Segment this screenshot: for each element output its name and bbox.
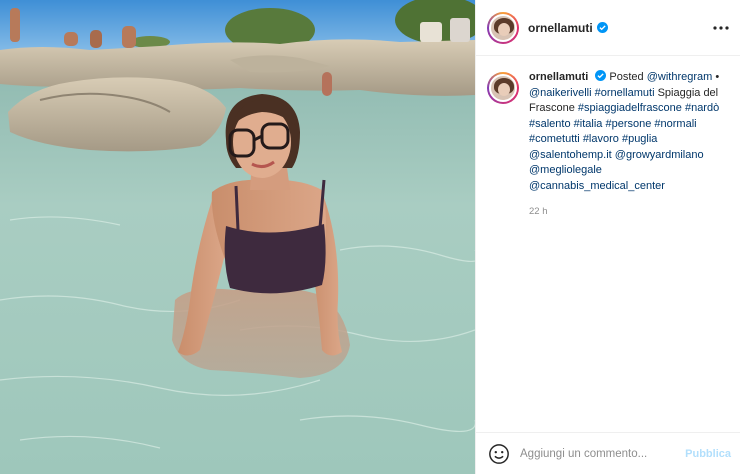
mention-link[interactable]: @growyardmilano [615,149,704,161]
mention-link[interactable]: @cannabis_medical_center [529,180,665,192]
hashtag-link[interactable]: #normali [654,118,696,130]
hashtag-link[interactable]: #cometutti [529,133,580,145]
post-photo[interactable] [0,0,475,474]
mention-link[interactable]: @naikerivelli [529,87,592,99]
caption-avatar[interactable] [487,72,519,104]
avatar-image [489,74,517,102]
posted-by-link[interactable]: @withregram [647,71,713,83]
more-horizontal-icon [713,25,729,30]
post-caption: ornellamuti Posted @withregram • @naiker… [476,70,740,220]
publish-button[interactable]: Pubblica [685,448,731,460]
verified-badge-icon [595,70,607,81]
caption-body: ornellamuti Posted @withregram • @naiker… [529,70,729,220]
hashtag-link[interactable]: #spiaggiadelfrascone [578,102,682,114]
mention-link[interactable]: @megliolegale [529,164,602,176]
post-side-panel: ornellamuti ornellamuti Posted @withregr… [475,0,740,474]
separator-dot: • [715,71,720,83]
header-username[interactable]: ornellamuti [528,21,593,35]
mention-link[interactable]: @salentohemp.it [529,149,612,161]
comment-bar: Pubblica [476,432,740,474]
beach-photo-image [0,0,475,474]
posted-label: Posted [609,71,644,83]
avatar[interactable] [487,11,519,44]
caption-text: ornellamuti Posted @withregram • @naiker… [529,70,729,194]
hashtag-link[interactable]: #ornellamuti [595,87,655,99]
hashtag-link[interactable]: #puglia [622,133,657,145]
hashtag-link[interactable]: #lavoro [583,133,619,145]
hashtag-link[interactable]: #nardò [685,102,719,114]
post-timestamp[interactable]: 22 h [529,204,729,220]
caption-segments: @naikerivelli #ornellamuti Spiaggia del … [529,87,719,192]
avatar-image [489,13,517,42]
more-options-button[interactable] [711,18,731,38]
hashtag-link[interactable]: #italia [574,118,603,130]
post-header: ornellamuti [476,0,740,56]
emoji-smiley-icon[interactable] [488,443,510,465]
comment-input[interactable] [520,447,678,460]
caption-username[interactable]: ornellamuti [529,71,588,83]
hashtag-link[interactable]: #salento [529,118,571,130]
hashtag-link[interactable]: #persone [605,118,651,130]
verified-badge-icon [596,22,608,33]
